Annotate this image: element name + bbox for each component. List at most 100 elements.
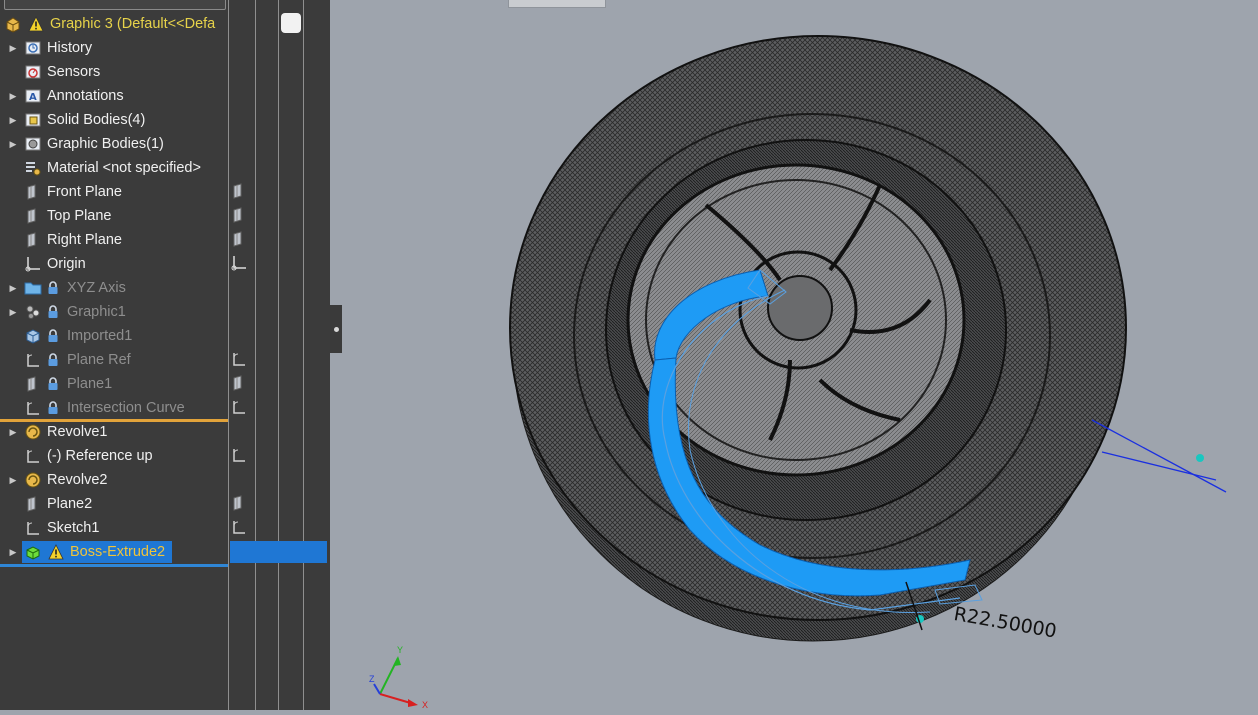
display-state-icon[interactable] [281, 13, 301, 33]
sketch-icon [24, 399, 42, 417]
plane-icon [231, 207, 249, 225]
imported-icon [24, 327, 42, 345]
divider [303, 0, 304, 710]
sketch-icon [24, 447, 42, 465]
tree-item-xyz-axis[interactable]: ▶ XYZ Axis [0, 276, 228, 300]
column-selection-highlight [230, 541, 327, 563]
tree-item-history[interactable]: ▶ History [0, 36, 228, 60]
tree-item-reference-up[interactable]: ▶(-) Reference up [0, 444, 228, 468]
graphic-bodies-icon [24, 135, 42, 153]
expand-arrow-icon[interactable]: ▶ [8, 91, 18, 102]
revolve-icon [24, 471, 42, 489]
annotations-icon: A [24, 87, 42, 105]
triad-x-label: X [422, 700, 428, 710]
history-icon [24, 39, 42, 57]
graphic-icon [24, 303, 42, 321]
tree-item-sensors[interactable]: ▶Sensors [0, 60, 228, 84]
tree-item-label: Annotations [47, 88, 124, 104]
tree-item-graphic1[interactable]: ▶ Graphic1 [0, 300, 228, 324]
divider [228, 0, 229, 710]
tree-item-revolve1[interactable]: ▶ Revolve1 [0, 420, 228, 444]
folder-icon [24, 279, 42, 297]
tree-item-label: History [47, 40, 93, 56]
tree-item-boss-extrude2[interactable]: ▶ Boss-Extrude2 [0, 540, 228, 564]
sketch-icon [24, 519, 42, 537]
plane-icon [24, 207, 42, 225]
expand-arrow-icon[interactable]: ▶ [8, 475, 18, 486]
tree-item-label: Plane Ref [67, 352, 131, 368]
material-icon [24, 159, 42, 177]
tree-item-revolve2[interactable]: ▶ Revolve2 [0, 468, 228, 492]
expand-arrow-icon[interactable]: ▶ [8, 43, 18, 54]
tree-item-front-plane[interactable]: ▶Front Plane [0, 180, 228, 204]
expand-arrow-icon[interactable]: ▶ [8, 139, 18, 150]
origin-icon [24, 255, 42, 273]
tree-item-label: Material <not specified> [47, 160, 201, 176]
reference-axis [1091, 419, 1227, 493]
sketch-icon [231, 519, 249, 537]
view-triad[interactable]: Y X Z [366, 644, 436, 710]
plane-icon [231, 231, 249, 249]
tree-item-plane1[interactable]: ▶Plane1 [0, 372, 228, 396]
tree-item-label: Origin [47, 256, 86, 272]
tree-item-plane-ref[interactable]: ▶Plane Ref [0, 348, 228, 372]
tree-item-label: Top Plane [47, 208, 112, 224]
expand-arrow-icon[interactable]: ▶ [8, 283, 18, 294]
warning-icon [47, 543, 65, 561]
lock-icon [47, 280, 61, 296]
lock-icon [47, 376, 61, 392]
tree-item-label: Graphic Bodies(1) [47, 136, 164, 152]
sensors-icon [24, 63, 42, 81]
plane-icon [231, 183, 249, 201]
lock-icon [47, 352, 61, 368]
tree-item-plane2[interactable]: ▶Plane2 [0, 492, 228, 516]
model-render [509, 35, 1227, 642]
tree-item-label: (-) Reference up [47, 448, 153, 464]
revolve-icon [24, 423, 42, 441]
tree-item-right-plane[interactable]: ▶Right Plane [0, 228, 228, 252]
plane-icon [24, 375, 42, 393]
tree-item-label: Sensors [47, 64, 101, 80]
tree-item-label: Revolve2 [47, 472, 108, 488]
part-icon [4, 15, 22, 33]
lock-icon [47, 400, 61, 416]
expand-arrow-icon[interactable]: ▶ [8, 115, 18, 126]
tree-item-label: Intersection Curve [67, 400, 185, 416]
expand-arrow-icon[interactable]: ▶ [8, 547, 18, 558]
sketch-icon [231, 351, 249, 369]
lock-icon [47, 328, 61, 344]
tree-root[interactable]: Graphic 3 (Default<<Defa [0, 12, 228, 36]
sketch-icon [231, 447, 249, 465]
tree-item-annotations[interactable]: ▶ A Annotations [0, 84, 228, 108]
tree-item-label: Plane2 [47, 496, 93, 512]
triad-y-label: Y [397, 645, 403, 655]
triad-z-label: Z [369, 674, 375, 684]
origin-icon [231, 255, 249, 273]
tree-filter-box[interactable] [4, 0, 226, 10]
expand-arrow-icon[interactable]: ▶ [8, 427, 18, 438]
tree-item-intersection-curve[interactable]: ▶Intersection Curve [0, 396, 228, 420]
expand-arrow-icon[interactable]: ▶ [8, 307, 18, 318]
feature-manager-tree: Graphic 3 (Default<<Defa ▶History▶Sensor… [0, 0, 228, 710]
sketch-icon [231, 399, 249, 417]
divider [278, 0, 279, 710]
tree-item-sketch1[interactable]: ▶Sketch1 [0, 516, 228, 540]
solid-bodies-icon [24, 111, 42, 129]
tree-item-graphic-bodies-1[interactable]: ▶ Graphic Bodies(1) [0, 132, 228, 156]
tree-item-solid-bodies-4[interactable]: ▶ Solid Bodies(4) [0, 108, 228, 132]
plane-icon [231, 375, 249, 393]
tree-item-label: Front Plane [47, 184, 122, 200]
tree-item-top-plane[interactable]: ▶Top Plane [0, 204, 228, 228]
graphics-viewport[interactable]: R22.50000 Y X Z [331, 0, 1258, 710]
tree-item-imported1[interactable]: ▶Imported1 [0, 324, 228, 348]
lock-icon [47, 304, 61, 320]
boss-extrude-icon [24, 543, 42, 561]
plane-icon [231, 495, 249, 513]
tree-item-label: Plane1 [67, 376, 113, 392]
warning-icon [27, 15, 45, 33]
tree-item-origin[interactable]: ▶Origin [0, 252, 228, 276]
tree-item-material-not-specified[interactable]: ▶Material <not specified> [0, 156, 228, 180]
tree-item-label: Solid Bodies(4) [47, 112, 146, 128]
rollback-bar-end[interactable] [0, 564, 228, 567]
tree-item-label: Graphic1 [67, 304, 126, 320]
